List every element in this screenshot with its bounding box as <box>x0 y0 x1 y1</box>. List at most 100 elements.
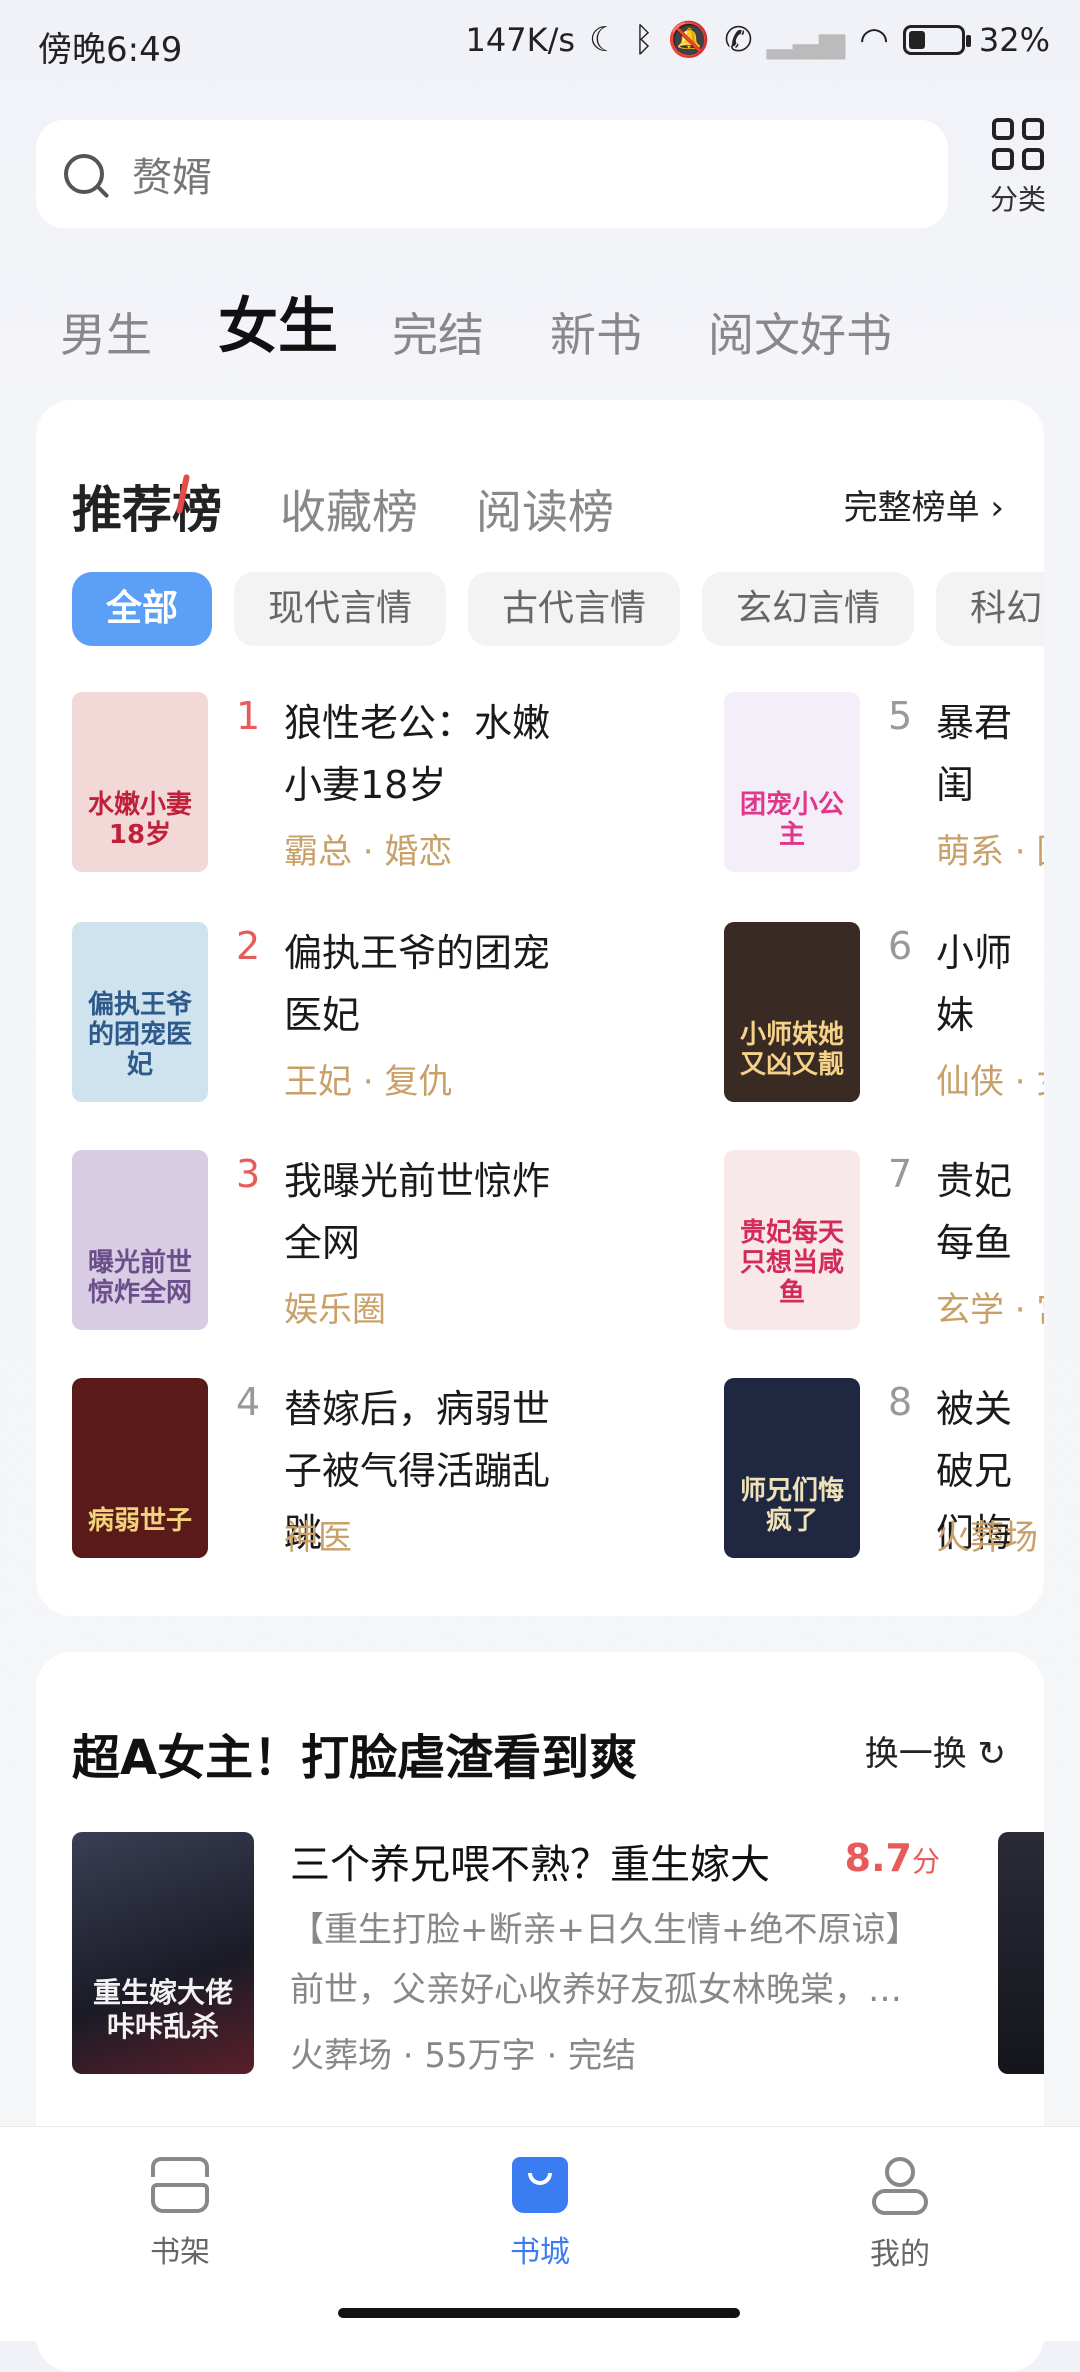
category-label: 分类 <box>989 183 1046 216</box>
book-title: 小师妹 <box>936 931 1013 1037</box>
rank-number: 8 <box>888 1380 913 1424</box>
rank-book-item[interactable]: 小师妹她又凶又靓 6 小师妹 仙侠 · 女 <box>724 922 1044 1112</box>
book-cover: 团宠小公主 <box>724 692 860 872</box>
next-book-cover[interactable] <box>998 1832 1044 2074</box>
section-title: 超A女主！打脸虐渣看到爽 <box>72 1730 638 1786</box>
book-title: 贵妃每鱼 <box>936 1159 1013 1265</box>
rank-number: 7 <box>888 1152 913 1196</box>
net-speed: 147K/s <box>465 21 576 59</box>
book-cover: 曝光前世惊炸全网 <box>72 1150 208 1330</box>
cover-title: 偏执王爷的团宠医妃 <box>87 990 192 1080</box>
nav-bookshelf[interactable]: 书架 <box>90 2157 270 2271</box>
nav-bookstore[interactable]: 书城 <box>450 2157 630 2271</box>
book-intro-tags: 【重生打脸+断亲+日久生情+绝不原谅】 <box>290 1910 920 1950</box>
filter-fantasy[interactable]: 玄幻言情 <box>702 572 915 646</box>
book-cover: 偏执王爷的团宠医妃 <box>72 922 208 1102</box>
bookstore-icon <box>512 2157 568 2213</box>
status-time: 傍晚6:49 <box>38 30 183 70</box>
grid-icon <box>978 118 1058 170</box>
search-placeholder: 赘婿 <box>132 155 212 201</box>
book-tags: 霸总 · 婚恋 <box>284 832 453 872</box>
rank-book-item[interactable]: 病弱世子 4 替嫁后，病弱世子被气得活蹦乱跳 神医 <box>72 1378 552 1568</box>
book-tags: 王妃 · 复仇 <box>284 1062 453 1102</box>
refresh-button[interactable]: 换一换 ↻ <box>865 1726 1006 1775</box>
tab-new[interactable]: 新书 <box>550 299 642 365</box>
profile-icon <box>872 2157 928 2215</box>
nav-label: 书城 <box>510 2235 570 2270</box>
rank-book-item[interactable]: 师兄们悔疯了 8 被关破兄们悔 火葬场 <box>724 1378 1044 1568</box>
rank-book-item[interactable]: 偏执王爷的团宠医妃 2 偏执王爷的团宠医妃 王妃 · 复仇 <box>72 922 552 1112</box>
rank-book-item[interactable]: 水嫩小妻18岁 1 狼性老公：水嫩小妻18岁 霸总 · 婚恋 <box>72 692 552 882</box>
rank-number: 2 <box>236 924 261 968</box>
rank-book-item[interactable]: 团宠小公主 5 暴君闺 萌系 · 团 <box>724 692 1044 882</box>
cover-title: 重生嫁大佬咔咔乱杀 <box>92 1976 233 2043</box>
book-title: 偏执王爷的团宠医妃 <box>284 931 551 1037</box>
book-meta: 火葬场 · 55万字 · 完结 <box>290 2036 637 2076</box>
book-tags: 萌系 · 团 <box>936 832 1044 872</box>
book-title: 暴君闺 <box>936 701 1013 807</box>
cover-title: 水嫩小妻18岁 <box>87 790 192 850</box>
full-list-link[interactable]: 完整榜单 › <box>844 480 1004 529</box>
tab-read-rank[interactable]: 阅读榜 <box>476 476 614 542</box>
nav-me[interactable]: 我的 <box>810 2157 990 2273</box>
rank-number: 4 <box>236 1380 261 1424</box>
category-button[interactable]: 分类 <box>978 118 1058 218</box>
cover-title: 贵妃每天只想当咸鱼 <box>739 1218 844 1308</box>
tab-yuewen-picks[interactable]: 阅文好书 <box>708 299 892 365</box>
book-cover: 师兄们悔疯了 <box>724 1378 860 1558</box>
tab-finished[interactable]: 完结 <box>392 299 484 365</box>
cover-title: 师兄们悔疯了 <box>739 1476 844 1536</box>
book-cover: 病弱世子 <box>72 1378 208 1558</box>
book-intro: 前世，父亲好心收养好友孤女林晚棠，… <box>290 1970 902 2010</box>
book-cover: 贵妃每天只想当咸鱼 <box>724 1150 860 1330</box>
battery-icon <box>902 25 971 55</box>
rank-number: 5 <box>888 694 913 738</box>
nav-label: 我的 <box>870 2237 930 2272</box>
book-tags: 娱乐圈 <box>284 1290 386 1330</box>
book-title: 狼性老公：水嫩小妻18岁 <box>284 701 551 807</box>
rank-number: 6 <box>888 924 913 968</box>
book-tags: 玄学 · 宫 <box>936 1290 1044 1330</box>
tab-female[interactable]: 女生 <box>218 278 338 365</box>
bookshelf-icon <box>151 2157 209 2213</box>
mute-icon: 🔕 <box>667 20 711 60</box>
book-cover: 小师妹她又凶又靓 <box>724 922 860 1102</box>
book-cover[interactable]: 重生嫁大佬咔咔乱杀 <box>72 1832 254 2074</box>
cover-title: 曝光前世惊炸全网 <box>87 1248 192 1308</box>
book-cover: 水嫩小妻18岁 <box>72 692 208 872</box>
rank-number: 3 <box>236 1152 261 1196</box>
filter-chips: 全部 现代言情 古代言情 玄幻言情 科幻 <box>72 572 1044 646</box>
channel-tabs: 男生 女生 完结 新书 阅文好书 <box>60 278 958 365</box>
ranking-card: 推荐榜 收藏榜 阅读榜 完整榜单 › 全部 现代言情 古代言情 玄幻言情 科幻 … <box>36 400 1044 1616</box>
home-indicator <box>338 2308 740 2318</box>
book-score: 8.7分 <box>845 1836 940 1880</box>
cover-title: 病弱世子 <box>87 1506 192 1536</box>
nav-label: 书架 <box>150 2235 210 2270</box>
cover-title: 小师妹她又凶又靓 <box>739 1020 844 1080</box>
battery-percent: 32% <box>978 21 1050 59</box>
score-value: 8.7 <box>844 1836 912 1880</box>
rank-book-item[interactable]: 曝光前世惊炸全网 3 我曝光前世惊炸全网 娱乐圈 <box>72 1150 552 1340</box>
search-icon <box>64 154 104 194</box>
bluetooth-icon: ᛒ <box>633 20 654 60</box>
status-bar: 傍晚6:49 147K/s ☾ ᛒ 🔕 ✆ ▂▃▅ ◠ 32% <box>0 0 1080 92</box>
filter-modern[interactable]: 现代言情 <box>234 572 447 646</box>
tab-recommend-rank[interactable]: 推荐榜 <box>72 470 222 542</box>
score-unit: 分 <box>911 1845 940 1878</box>
search-bar[interactable]: 赘婿 <box>36 120 948 228</box>
tab-favorite-rank[interactable]: 收藏榜 <box>280 476 418 542</box>
book-title[interactable]: 三个养兄喂不熟？重生嫁大 <box>290 1832 770 1890</box>
tab-male[interactable]: 男生 <box>60 299 152 365</box>
call-icon: ✆ <box>724 20 753 60</box>
rank-book-item[interactable]: 贵妃每天只想当咸鱼 7 贵妃每鱼 玄学 · 宫 <box>724 1150 1044 1340</box>
status-icons: 147K/s ☾ ᛒ 🔕 ✆ ▂▃▅ ◠ 32% <box>466 20 1051 60</box>
book-tags: 仙侠 · 女 <box>936 1062 1044 1102</box>
wifi-icon: ◠ <box>859 20 889 60</box>
ranking-tabs: 推荐榜 收藏榜 阅读榜 <box>72 470 672 542</box>
filter-all[interactable]: 全部 <box>72 572 213 646</box>
filter-ancient[interactable]: 古代言情 <box>468 572 681 646</box>
moon-icon: ☾ <box>589 20 620 60</box>
book-title: 我曝光前世惊炸全网 <box>284 1159 551 1265</box>
filter-scifi[interactable]: 科幻 <box>936 572 1044 646</box>
book-tags: 神医 <box>284 1518 352 1558</box>
